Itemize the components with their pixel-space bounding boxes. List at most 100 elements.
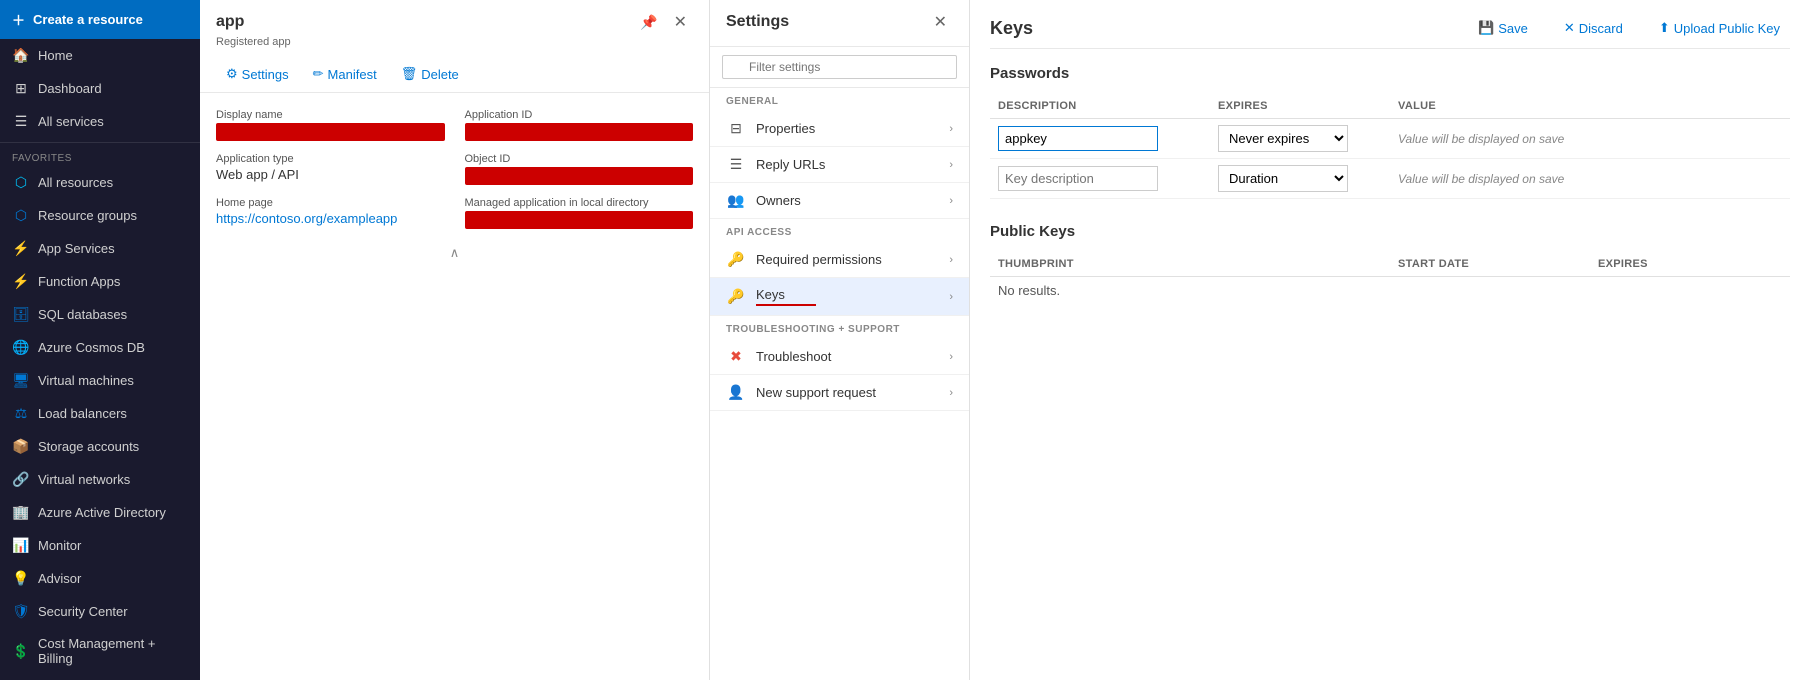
key-description-input-2[interactable] <box>998 166 1158 191</box>
sidebar-item-app-services[interactable]: ⚡ App Services <box>0 232 200 265</box>
home-page-label: Home page <box>216 197 445 209</box>
key-expires-select-2[interactable]: Duration Never expires 1 year 2 years <box>1218 165 1348 192</box>
expires-col-header: EXPIRES <box>1210 94 1390 119</box>
sidebar-item-storage-accounts[interactable]: 📦 Storage accounts <box>0 430 200 463</box>
settings-item-reply-urls[interactable]: ☰ Reply URLs › <box>710 147 969 183</box>
settings-item-troubleshoot-label: Troubleshoot <box>756 349 831 364</box>
sidebar-label-monitor: Monitor <box>38 538 81 553</box>
manifest-action-button[interactable]: ✏ Manifest <box>303 62 387 86</box>
required-permissions-icon: 🔑 <box>726 251 746 268</box>
sidebar-item-dashboard[interactable]: ⊞ Dashboard <box>0 72 200 105</box>
settings-item-properties-label: Properties <box>756 121 815 136</box>
key-description-input-1[interactable] <box>998 126 1158 151</box>
settings-panel: Settings ✕ 🔍 GENERAL ⊟ Properties › ☰ <box>710 0 970 680</box>
discard-button[interactable]: ✕ Discard <box>1554 16 1633 40</box>
storage-accounts-icon: 📦 <box>12 438 30 455</box>
collapse-button[interactable]: ∧ <box>216 245 693 261</box>
application-type-label: Application type <box>216 153 445 165</box>
all-services-icon: ☰ <box>12 113 30 130</box>
advisor-icon: 💡 <box>12 570 30 587</box>
save-button[interactable]: 💾 Save <box>1468 16 1538 40</box>
keys-panel: Keys 💾 Save ✕ Discard ⬆ Upload Public Ke… <box>970 0 1810 680</box>
sidebar-item-advisor[interactable]: 💡 Advisor <box>0 562 200 595</box>
sidebar-item-azure-cosmos-db[interactable]: 🌐 Azure Cosmos DB <box>0 331 200 364</box>
properties-chevron-icon: › <box>949 123 953 135</box>
app-panel-content: Display name Application ID Application … <box>200 93 709 680</box>
sidebar-label-virtual-machines: Virtual machines <box>38 373 134 388</box>
sidebar-item-virtual-networks[interactable]: 🔗 Virtual networks <box>0 463 200 496</box>
sidebar-label-load-balancers: Load balancers <box>38 406 127 421</box>
password-row-1: Never expires 1 year 2 years Value will … <box>990 119 1790 159</box>
settings-action-button[interactable]: ⚙ Settings <box>216 62 299 86</box>
sidebar-item-resource-groups[interactable]: ⬡ Resource groups <box>0 199 200 232</box>
managed-app-field: Managed application in local directory <box>465 197 694 229</box>
reply-urls-chevron-icon: › <box>949 159 953 171</box>
settings-item-new-support-request[interactable]: 👤 New support request › <box>710 375 969 411</box>
sidebar-label-dashboard: Dashboard <box>38 81 102 96</box>
settings-item-properties[interactable]: ⊟ Properties › <box>710 111 969 147</box>
new-support-request-chevron-icon: › <box>949 387 953 399</box>
sidebar-item-all-services[interactable]: ☰ All services <box>0 105 200 138</box>
pin-button[interactable]: 📌 <box>634 12 663 33</box>
sql-databases-icon: 🗄 <box>12 306 30 323</box>
sidebar-label-virtual-networks: Virtual networks <box>38 472 130 487</box>
keys-panel-title: Keys <box>990 18 1452 39</box>
settings-item-troubleshoot[interactable]: ✖ Troubleshoot › <box>710 339 969 375</box>
password-row-2: Duration Never expires 1 year 2 years Va… <box>990 159 1790 199</box>
sidebar-item-all-resources[interactable]: ⬡ All resources <box>0 166 200 199</box>
managed-app-label: Managed application in local directory <box>465 197 694 209</box>
key-value-placeholder-2: Value will be displayed on save <box>1398 172 1564 186</box>
settings-item-keys[interactable]: 🔑 Keys › <box>710 278 969 316</box>
sidebar-item-monitor[interactable]: 📊 Monitor <box>0 529 200 562</box>
application-id-label: Application ID <box>465 109 694 121</box>
sidebar-label-storage-accounts: Storage accounts <box>38 439 139 454</box>
thumbprint-col-header: THUMBPRINT <box>990 252 1390 277</box>
settings-item-required-permissions[interactable]: 🔑 Required permissions › <box>710 242 969 278</box>
start-date-col-header: START DATE <box>1390 252 1590 277</box>
general-section-label: GENERAL <box>710 88 969 111</box>
key-expires-select-1[interactable]: Never expires 1 year 2 years <box>1218 125 1348 152</box>
sidebar-item-azure-active-directory[interactable]: 🏢 Azure Active Directory <box>0 496 200 529</box>
api-access-section-label: API ACCESS <box>710 219 969 242</box>
function-apps-icon: ⚡ <box>12 273 30 290</box>
object-id-label: Object ID <box>465 153 694 165</box>
keys-chevron-icon: › <box>949 291 953 303</box>
sidebar-item-sql-databases[interactable]: 🗄 SQL databases <box>0 298 200 331</box>
home-page-field: Home page https://contoso.org/exampleapp <box>216 197 445 229</box>
upload-public-key-button[interactable]: ⬆ Upload Public Key <box>1649 16 1790 40</box>
settings-item-owners[interactable]: 👥 Owners › <box>710 183 969 219</box>
owners-chevron-icon: › <box>949 195 953 207</box>
object-id-value <box>465 167 694 185</box>
dashboard-icon: ⊞ <box>12 80 30 97</box>
settings-filter-input[interactable] <box>722 55 957 79</box>
sidebar-item-home[interactable]: 🏠 Home <box>0 39 200 72</box>
settings-panel-close-button[interactable]: ✕ <box>928 10 953 34</box>
keys-icon: 🔑 <box>726 288 746 305</box>
troubleshooting-section-label: TROUBLESHOOTING + SUPPORT <box>710 316 969 339</box>
keys-toolbar: Keys 💾 Save ✕ Discard ⬆ Upload Public Ke… <box>990 16 1790 49</box>
sidebar-label-aad: Azure Active Directory <box>38 505 166 520</box>
upload-icon: ⬆ <box>1659 20 1670 36</box>
pub-expires-col-header: EXPIRES <box>1590 252 1790 277</box>
sidebar-item-help-support[interactable]: ❓ Help + support <box>0 674 200 680</box>
properties-icon: ⊟ <box>726 120 746 137</box>
home-page-value[interactable]: https://contoso.org/exampleapp <box>216 211 397 226</box>
create-resource-button[interactable]: ＋ Create a resource <box>0 0 200 39</box>
monitor-icon: 📊 <box>12 537 30 554</box>
sidebar-item-security-center[interactable]: 🛡 Security Center <box>0 595 200 628</box>
discard-icon: ✕ <box>1564 20 1575 36</box>
sidebar-label-advisor: Advisor <box>38 571 81 586</box>
sidebar-item-virtual-machines[interactable]: 🖥 Virtual machines <box>0 364 200 397</box>
sidebar-item-function-apps[interactable]: ⚡ Function Apps <box>0 265 200 298</box>
settings-items-container: GENERAL ⊟ Properties › ☰ Reply URLs › 👥 … <box>710 88 969 680</box>
delete-action-button[interactable]: 🗑 Delete <box>391 62 469 86</box>
sidebar-item-load-balancers[interactable]: ⚖ Load balancers <box>0 397 200 430</box>
settings-panel-header: Settings ✕ <box>710 0 969 47</box>
virtual-machines-icon: 🖥 <box>12 372 30 389</box>
sidebar-item-cost-management[interactable]: 💲 Cost Management + Billing <box>0 628 200 674</box>
save-label: Save <box>1498 21 1528 36</box>
sidebar-label-cosmos-db: Azure Cosmos DB <box>38 340 145 355</box>
app-info-grid: Display name Application ID Application … <box>216 109 693 229</box>
app-panel-close-button[interactable]: ✕ <box>668 10 693 34</box>
app-panel-actions: ⚙ Settings ✏ Manifest 🗑 Delete <box>216 56 693 92</box>
